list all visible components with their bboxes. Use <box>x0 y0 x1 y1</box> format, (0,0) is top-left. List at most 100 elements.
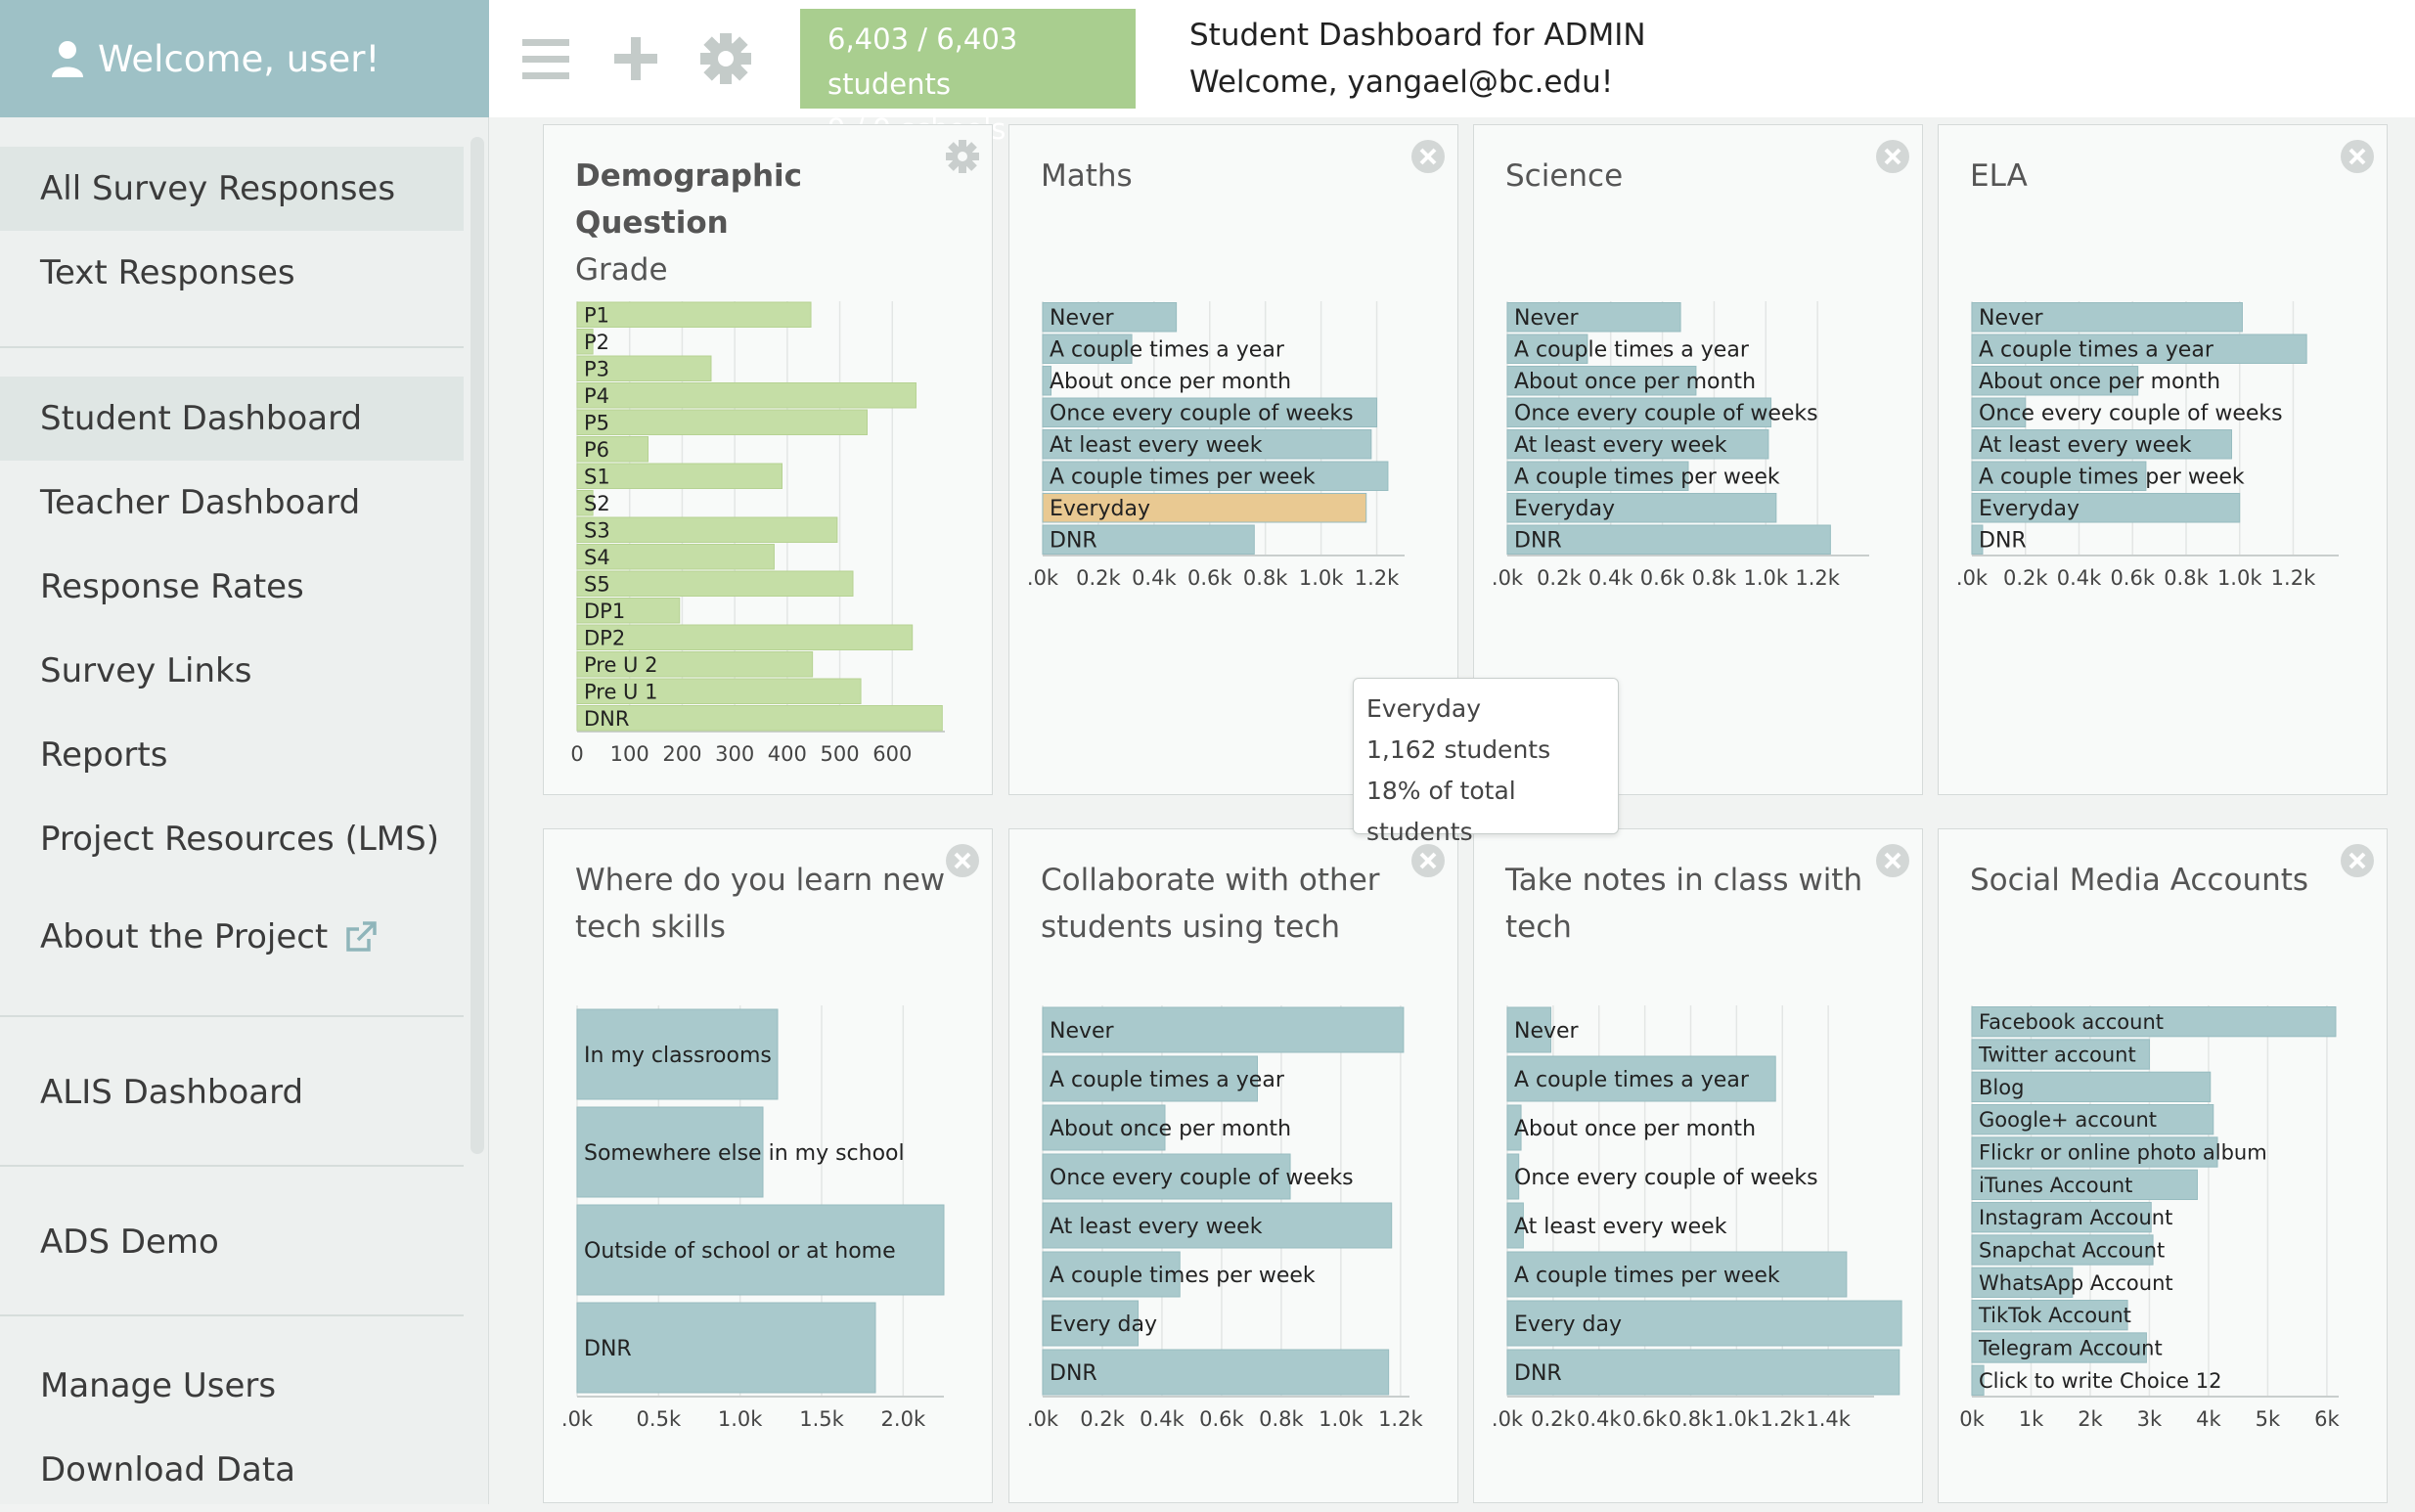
plus-icon[interactable] <box>608 29 663 88</box>
external-link-icon <box>346 921 378 952</box>
tick-label: 0.4k <box>1132 566 1177 590</box>
tooltip-percent: 18% of total students <box>1366 777 1516 846</box>
topbar: 6,403 / 6,403 students 9 / 9 schools Stu… <box>489 0 2415 146</box>
tick-label: 1.2k <box>1355 566 1400 590</box>
bar-label: P5 <box>584 411 609 434</box>
tick-label: .0k <box>1027 566 1059 590</box>
bar-label: P2 <box>584 331 609 354</box>
nav-project-resources[interactable]: Project Resources (LMS) <box>0 797 464 881</box>
nav-group-alis: ALIS Dashboard <box>0 1017 464 1167</box>
nav-group-dashboards: Student Dashboard Teacher Dashboard Resp… <box>0 377 464 1017</box>
tick-label: 1.5k <box>799 1407 844 1431</box>
nav-survey-links[interactable]: Survey Links <box>0 629 464 713</box>
tick-label: 0.8k <box>1692 566 1737 590</box>
tick-label: 2k <box>2078 1407 2103 1431</box>
chart-panel: Social Media Accounts Facebook account Twi… <box>1938 828 2388 1503</box>
bar-label: A couple times a year <box>1979 338 2214 363</box>
menu-icon[interactable] <box>518 29 573 88</box>
bar-label: Blog <box>1979 1076 2024 1099</box>
tick-label: 5k <box>2256 1407 2281 1431</box>
bar-label: Pre U 1 <box>584 680 657 703</box>
gear-icon[interactable] <box>698 29 753 88</box>
bar-label: Twitter account <box>1978 1044 2136 1067</box>
bar[interactable] <box>576 570 854 597</box>
nav-group-responses: All Survey Responses Text Responses <box>0 147 464 348</box>
bar-label: A couple times per week <box>1979 466 2245 490</box>
header-text: Student Dashboard for ADMIN Welcome, yan… <box>1189 12 1646 106</box>
tick-label: 0.6k <box>2110 566 2155 590</box>
bar-label: DNR <box>584 707 629 731</box>
bar-chart: Never A couple times a year About once per… <box>1027 1005 1423 1431</box>
nav-response-rates[interactable]: Response Rates <box>0 545 464 629</box>
students-count: 6,403 / 6,403 students <box>827 22 1018 101</box>
bar-label: Everyday <box>1514 497 1615 521</box>
bar-chart: In my classrooms Somewhere else in my sch… <box>561 1005 945 1431</box>
bar-chart: Never A couple times a year About once per… <box>1956 301 2339 590</box>
bar-chart: Facebook account Twitter account Blog Googl… <box>1959 1005 2340 1431</box>
tick-label: 0.2k <box>2003 566 2048 590</box>
tick-label: 500 <box>821 742 860 766</box>
bar-label: P6 <box>584 438 609 462</box>
selection-counts[interactable]: 6,403 / 6,403 students 9 / 9 schools <box>800 9 1136 146</box>
bar[interactable] <box>576 382 917 409</box>
nav-ads-demo[interactable]: ADS Demo <box>0 1200 464 1284</box>
welcome-banner[interactable]: Welcome, user! <box>0 0 489 117</box>
tick-label: 6k <box>2314 1407 2340 1431</box>
bar-label: A couple times a year <box>1514 338 1750 363</box>
bar-label: P3 <box>584 357 609 380</box>
bar-label: Click to write Choice 12 <box>1979 1369 2221 1393</box>
bar-label: At least every week <box>1979 433 2192 458</box>
nav-manage-users[interactable]: Manage Users <box>0 1344 464 1428</box>
bar-label: Everyday <box>1979 497 2080 521</box>
tick-label: 1.0k <box>718 1407 763 1431</box>
bar-label: DNR <box>584 1337 632 1361</box>
bar-label: Pre U 2 <box>584 653 657 677</box>
bar-label: About once per month <box>1050 1117 1291 1141</box>
tick-label: .0k <box>1956 566 1989 590</box>
tick-label: 0.8k <box>1243 566 1288 590</box>
bar[interactable] <box>576 705 943 732</box>
bar[interactable] <box>576 516 838 543</box>
nav-about-project[interactable]: About the Project <box>0 881 464 993</box>
bar-label: DNR <box>1050 529 1097 554</box>
bar-label: DNR <box>1514 529 1562 554</box>
sidebar-scrollbar[interactable] <box>470 137 484 1154</box>
chart-panel: Demographic Question Grade P1 P2 P3 P4 P5 P6 S1 S… <box>543 124 993 795</box>
bar-label: Everyday <box>1050 497 1150 521</box>
tick-label: 0.2k <box>1531 1407 1576 1431</box>
bar-label: Never <box>1050 1019 1115 1044</box>
bar[interactable] <box>576 624 914 650</box>
tick-label: 400 <box>768 742 807 766</box>
nav-student-dashboard[interactable]: Student Dashboard <box>0 377 464 461</box>
bar-label: Every day <box>1050 1312 1157 1337</box>
tick-label: 0.4k <box>1588 566 1633 590</box>
nav-alis-dashboard[interactable]: ALIS Dashboard <box>0 1050 464 1134</box>
nav-download-data[interactable]: Download Data <box>0 1428 464 1512</box>
tick-label: 0.5k <box>637 1407 682 1431</box>
bar[interactable] <box>1506 1349 1901 1396</box>
tooltip-title: Everyday <box>1366 694 1482 723</box>
tick-label: 0.8k <box>1669 1407 1714 1431</box>
bar-label: At least every week <box>1514 433 1727 458</box>
nav-all-survey-responses[interactable]: All Survey Responses <box>0 147 464 231</box>
bar-label: P4 <box>584 384 609 408</box>
bar-label: About once per month <box>1979 370 2220 394</box>
bar-label: Facebook account <box>1979 1010 2164 1034</box>
bar-label: DNR <box>1050 1361 1097 1386</box>
bar-label: WhatsApp Account <box>1979 1271 2173 1295</box>
nav-teacher-dashboard[interactable]: Teacher Dashboard <box>0 461 464 545</box>
bar-label: Once every couple of weeks <box>1514 1166 1818 1190</box>
tick-label: 0k <box>1959 1407 1985 1431</box>
nav-reports[interactable]: Reports <box>0 713 464 797</box>
bar[interactable] <box>576 409 869 435</box>
bar-label: Google+ account <box>1979 1108 2157 1132</box>
tick-label: 0.2k <box>1080 1407 1125 1431</box>
tick-label: 0.6k <box>1199 1407 1244 1431</box>
nav-text-responses[interactable]: Text Responses <box>0 231 464 315</box>
tick-label: 1.4k <box>1806 1407 1851 1431</box>
tick-label: 0 <box>570 742 583 766</box>
tick-label: 0.8k <box>1259 1407 1304 1431</box>
bar[interactable] <box>576 301 812 328</box>
tick-label: 200 <box>662 742 701 766</box>
tick-label: 1.0k <box>2217 566 2262 590</box>
